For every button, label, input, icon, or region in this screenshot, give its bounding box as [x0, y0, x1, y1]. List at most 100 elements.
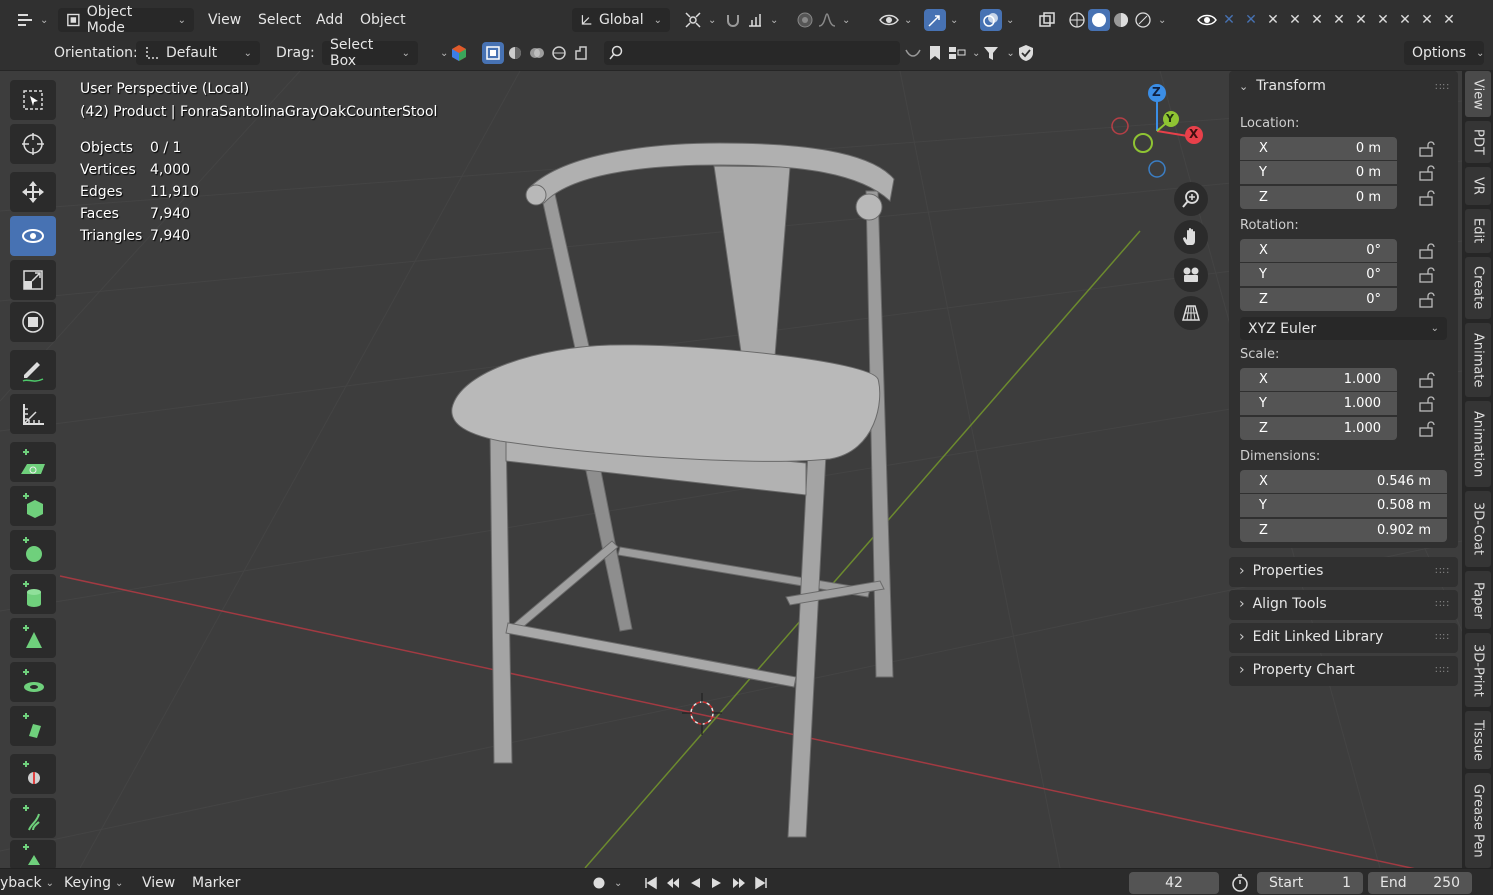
dimension-z-field[interactable]: Z 0.902 m: [1240, 519, 1447, 542]
select-intersect-icon[interactable]: [570, 42, 592, 64]
tab-edit[interactable]: Edit: [1465, 209, 1491, 253]
restrict-select-icon[interactable]: ✕: [1218, 9, 1240, 31]
menu-object[interactable]: Object: [360, 7, 406, 33]
drag-grip-icon[interactable]: ∷∷: [1435, 599, 1450, 610]
select-invert-icon[interactable]: [548, 42, 570, 64]
annotate-tool[interactable]: [10, 350, 56, 390]
location-x-field[interactable]: X 0 m: [1240, 137, 1397, 160]
dimension-x-field[interactable]: X 0.546 m: [1240, 470, 1447, 493]
pan-button[interactable]: [1174, 220, 1208, 254]
end-frame-field[interactable]: End 250: [1368, 872, 1472, 894]
lock-icon[interactable]: [1419, 421, 1437, 437]
add-torus-tool[interactable]: [10, 662, 56, 702]
move-tool[interactable]: [10, 172, 56, 212]
add-capsule-tool[interactable]: [10, 706, 56, 746]
outliner-filter-group[interactable]: ⌄ ⌄: [902, 40, 1037, 66]
tab-animate[interactable]: Animate: [1465, 323, 1491, 397]
x-toggle-icon[interactable]: ✕: [1284, 9, 1306, 31]
tab-create[interactable]: Create: [1465, 257, 1491, 319]
select-mode-group[interactable]: [482, 40, 592, 66]
bookmark-icon[interactable]: [924, 42, 946, 64]
rotate-tool[interactable]: [10, 216, 56, 256]
select-box-tool[interactable]: [10, 80, 56, 120]
add-hair-tool[interactable]: [10, 798, 56, 838]
rendered-shading-icon[interactable]: [1132, 9, 1154, 31]
wireframe-shading-icon[interactable]: [1066, 9, 1088, 31]
scale-tool[interactable]: [10, 260, 56, 300]
tab-paper[interactable]: Paper: [1465, 571, 1491, 629]
keying-menu[interactable]: Keying ⌄: [64, 873, 123, 893]
drag-selector[interactable]: Select Box ⌄: [322, 37, 418, 69]
add-cylinder-tool[interactable]: [10, 574, 56, 614]
tab-view[interactable]: View: [1465, 71, 1491, 117]
current-frame-field[interactable]: 42: [1129, 872, 1219, 894]
cursor-tool[interactable]: [10, 124, 56, 164]
outliner-search-input[interactable]: [604, 40, 900, 66]
xray-toggle[interactable]: [1036, 7, 1058, 33]
camera-view-button[interactable]: [1174, 258, 1208, 292]
timeline-view-menu[interactable]: View: [142, 873, 175, 893]
next-keyframe-icon[interactable]: [728, 872, 750, 894]
tab-tissue[interactable]: Tissue: [1465, 711, 1491, 769]
display-mode-icon[interactable]: [946, 42, 968, 64]
visibility-toggles[interactable]: ✕ ✕ ✕ ✕ ✕ ✕ ✕ ✕ ✕ ✕ ✕: [1196, 7, 1460, 33]
x-toggle-icon[interactable]: ✕: [1306, 9, 1328, 31]
restrict-select-icon[interactable]: ✕: [1240, 9, 1262, 31]
jump-end-icon[interactable]: [750, 872, 772, 894]
property-chart-panel[interactable]: › Property Chart ∷∷: [1229, 656, 1458, 686]
solid-shading-icon[interactable]: [1088, 9, 1110, 31]
lock-icon[interactable]: [1419, 396, 1437, 412]
menu-add[interactable]: Add: [316, 7, 343, 33]
scale-z-field[interactable]: Z 1.000: [1240, 417, 1397, 440]
play-icon[interactable]: [706, 872, 728, 894]
transform-panel-header[interactable]: ⌄ Transform: [1239, 78, 1326, 94]
add-cone-tool[interactable]: [10, 618, 56, 658]
options-dropdown[interactable]: Options ⌄: [1404, 40, 1484, 66]
drag-grip-icon[interactable]: ∷∷: [1435, 632, 1450, 643]
select-subtract-icon[interactable]: [526, 42, 548, 64]
rotation-x-field[interactable]: X 0°: [1240, 239, 1397, 262]
lock-icon[interactable]: [1419, 190, 1437, 206]
shield-icon[interactable]: [1015, 42, 1037, 64]
playback-controls[interactable]: [640, 873, 772, 893]
transform-tool[interactable]: [10, 302, 56, 342]
proportional-edit-toggle[interactable]: ⌄: [794, 7, 850, 33]
transform-orientation-selector[interactable]: Global ⌄: [572, 7, 670, 33]
add-cube-tool[interactable]: [10, 486, 56, 526]
tab-3d-print[interactable]: 3D-Print: [1465, 633, 1491, 707]
x-toggle-icon[interactable]: ✕: [1394, 9, 1416, 31]
menu-view[interactable]: View: [208, 7, 241, 33]
lock-icon[interactable]: [1419, 267, 1437, 283]
align-tools-panel[interactable]: › Align Tools ∷∷: [1229, 590, 1458, 620]
start-frame-field[interactable]: Start 1: [1257, 872, 1363, 894]
scale-y-field[interactable]: Y 1.000: [1240, 392, 1397, 415]
lock-icon[interactable]: [1419, 165, 1437, 181]
jump-start-icon[interactable]: [640, 872, 662, 894]
preview-range-toggle[interactable]: [1229, 873, 1251, 893]
location-y-field[interactable]: Y 0 m: [1240, 161, 1397, 184]
filter-toggle[interactable]: ⌄: [436, 40, 470, 66]
tab-animation[interactable]: Animation: [1465, 401, 1491, 487]
editor-type-button[interactable]: ⌄: [14, 7, 48, 33]
prev-keyframe-icon[interactable]: [662, 872, 684, 894]
drag-grip-icon[interactable]: ∷∷: [1435, 82, 1450, 93]
rotation-z-field[interactable]: Z 0°: [1240, 288, 1397, 311]
lock-icon[interactable]: [1419, 372, 1437, 388]
properties-panel[interactable]: › Properties ∷∷: [1229, 557, 1458, 587]
mode-selector[interactable]: Object Mode ⌄: [58, 4, 194, 36]
x-toggle-icon[interactable]: ✕: [1416, 9, 1438, 31]
marker-menu[interactable]: Marker: [192, 873, 240, 893]
gizmo-toggle[interactable]: ⌄: [924, 7, 958, 33]
add-sphere-tool[interactable]: [10, 530, 56, 570]
drag-grip-icon[interactable]: ∷∷: [1435, 566, 1450, 577]
menu-select[interactable]: Select: [258, 7, 301, 33]
rotation-y-field[interactable]: Y 0°: [1240, 263, 1397, 286]
scale-x-field[interactable]: X 1.000: [1240, 368, 1397, 391]
lock-icon[interactable]: [1419, 292, 1437, 308]
select-new-icon[interactable]: [482, 42, 504, 64]
rotation-mode-select[interactable]: XYZ Euler ⌄: [1240, 317, 1447, 340]
play-reverse-icon[interactable]: [684, 872, 706, 894]
add-extra-tool[interactable]: [10, 840, 56, 870]
add-plane-tool[interactable]: [10, 442, 56, 482]
x-toggle-icon[interactable]: ✕: [1262, 9, 1284, 31]
